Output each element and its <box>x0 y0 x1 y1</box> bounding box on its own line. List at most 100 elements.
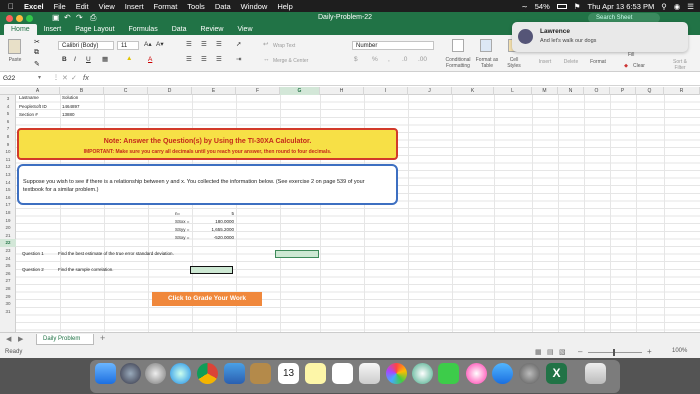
align-middle-icon[interactable]: ☰ <box>201 41 207 49</box>
menu-app-name[interactable]: Excel <box>24 2 44 11</box>
font-name-select[interactable]: Calibri (Body) <box>58 41 114 50</box>
insert-function-button[interactable]: fx <box>83 73 89 82</box>
paste-icon[interactable] <box>8 39 21 54</box>
row-header-16[interactable]: 16 <box>0 194 16 202</box>
name-box-dropdown-icon[interactable]: ▾ <box>38 74 41 81</box>
cell-b3[interactable]: Solution <box>62 95 78 100</box>
wifi-icon[interactable]: ∼ <box>521 2 527 11</box>
italic-button[interactable]: I <box>74 56 76 64</box>
confirm-entry-icon[interactable]: ✓ <box>71 74 77 82</box>
tab-view[interactable]: View <box>230 24 259 35</box>
column-header-f[interactable]: F <box>236 87 280 95</box>
column-header-l[interactable]: L <box>494 87 532 95</box>
row-header-13[interactable]: 13 <box>0 171 16 179</box>
row-header-26[interactable]: 26 <box>0 270 16 278</box>
borders-icon[interactable]: ▦ <box>102 56 108 64</box>
menu-data[interactable]: Data <box>215 2 231 11</box>
wrap-text-icon[interactable]: ↩ <box>263 41 268 49</box>
minimize-window-button[interactable] <box>16 15 23 22</box>
normal-view-icon[interactable]: ▦ <box>535 348 542 356</box>
next-sheet-icon[interactable]: ▶ <box>18 335 23 343</box>
align-center-icon[interactable]: ☰ <box>201 56 207 64</box>
menu-help[interactable]: Help <box>277 2 292 11</box>
column-header-g[interactable]: G <box>280 87 320 95</box>
row-header-20[interactable]: 20 <box>0 224 16 232</box>
column-header-m[interactable]: M <box>532 87 558 95</box>
row-header-30[interactable]: 30 <box>0 300 16 308</box>
menu-format[interactable]: Format <box>154 2 178 11</box>
more-icon[interactable]: ⋮ <box>53 74 59 81</box>
align-bottom-icon[interactable]: ☰ <box>216 41 222 49</box>
finder-icon[interactable] <box>95 363 116 384</box>
row-header-19[interactable]: 19 <box>0 217 16 225</box>
column-header-h[interactable]: H <box>320 87 364 95</box>
merge-center-label[interactable]: Merge & Center <box>273 58 323 64</box>
row-header-27[interactable]: 27 <box>0 277 16 285</box>
cell-b4[interactable]: 1464897 <box>62 104 80 109</box>
zoom-in-icon[interactable]: + <box>647 347 652 356</box>
formula-input[interactable] <box>95 74 695 84</box>
page-layout-view-icon[interactable]: ▤ <box>547 348 554 356</box>
column-header-k[interactable]: K <box>452 87 494 95</box>
itunes-icon[interactable] <box>466 363 487 384</box>
column-header-i[interactable]: I <box>364 87 408 95</box>
row-header-12[interactable]: 12 <box>0 163 16 171</box>
siri-icon[interactable]: ◉ <box>674 2 681 11</box>
message-notification[interactable]: Lawrence And let's walk our dogs <box>512 22 688 52</box>
row-header-28[interactable]: 28 <box>0 285 16 293</box>
number-format-select[interactable]: Number <box>352 41 434 50</box>
zoom-out-icon[interactable]: – <box>578 347 582 356</box>
row-header-9[interactable]: 9 <box>0 141 16 149</box>
increase-decimal-icon[interactable]: .0 <box>402 56 407 64</box>
insert-cells-button[interactable]: Insert <box>534 59 556 65</box>
tab-review[interactable]: Review <box>194 24 231 35</box>
row-header-4[interactable]: 4 <box>0 103 16 111</box>
align-top-icon[interactable]: ☰ <box>186 41 192 49</box>
menu-file[interactable]: File <box>54 2 66 11</box>
launchpad-icon[interactable] <box>145 363 166 384</box>
wrap-text-label[interactable]: Wrap Text <box>273 43 313 49</box>
row-header-18[interactable]: 18 <box>0 209 16 217</box>
battery-percent[interactable]: 54% <box>535 2 550 11</box>
row-header-11[interactable]: 11 <box>0 156 16 164</box>
tab-insert[interactable]: Insert <box>37 24 69 35</box>
row-header-14[interactable]: 14 <box>0 179 16 187</box>
notes-icon[interactable] <box>305 363 326 384</box>
siri-dock-icon[interactable] <box>120 363 141 384</box>
menu-edit[interactable]: Edit <box>76 2 89 11</box>
align-right-icon[interactable]: ☰ <box>216 56 222 64</box>
row-header-17[interactable]: 17 <box>0 201 16 209</box>
preview-icon[interactable] <box>359 363 380 384</box>
column-header-p[interactable]: P <box>610 87 636 95</box>
save-icon[interactable]: ▣ <box>52 13 60 22</box>
cell-a5[interactable]: Section # <box>19 112 38 117</box>
column-header-e[interactable]: E <box>192 87 236 95</box>
notification-center-icon[interactable]: ☰ <box>687 2 694 11</box>
grade-button[interactable]: Click to Grade Your Work <box>152 292 262 306</box>
column-header-c[interactable]: C <box>104 87 148 95</box>
column-header-r[interactable]: R <box>664 87 700 95</box>
excel-icon[interactable]: X <box>546 363 567 384</box>
underline-button[interactable]: U <box>86 56 91 64</box>
column-header-a[interactable]: A <box>16 87 60 95</box>
format-cells-button[interactable]: Format <box>587 59 609 65</box>
fill-color-icon[interactable]: ▲ <box>126 55 132 63</box>
cell-b5[interactable]: 13880 <box>62 112 75 117</box>
contacts-icon[interactable] <box>250 363 271 384</box>
menu-window[interactable]: Window <box>241 2 268 11</box>
redo-icon[interactable]: ↷ <box>76 13 83 22</box>
shrink-font-icon[interactable]: A▾ <box>156 41 164 49</box>
flag-icon[interactable]: ⚑ <box>574 2 581 11</box>
row-header-3[interactable]: 3 <box>0 95 16 103</box>
add-sheet-icon[interactable]: + <box>100 333 105 343</box>
column-header-n[interactable]: N <box>558 87 584 95</box>
clock[interactable]: Thu Apr 13 6:53 PM <box>588 2 655 11</box>
calendar-icon[interactable]: 13 <box>278 363 299 384</box>
photos-preview-icon[interactable] <box>224 363 245 384</box>
answer-cell-1[interactable] <box>275 250 319 258</box>
cancel-entry-icon[interactable]: ✕ <box>62 74 68 82</box>
font-size-select[interactable]: 11 <box>117 41 139 50</box>
copy-icon[interactable]: ⧉ <box>34 49 39 57</box>
align-left-icon[interactable]: ☰ <box>186 56 192 64</box>
zoom-level[interactable]: 100% <box>672 348 687 354</box>
